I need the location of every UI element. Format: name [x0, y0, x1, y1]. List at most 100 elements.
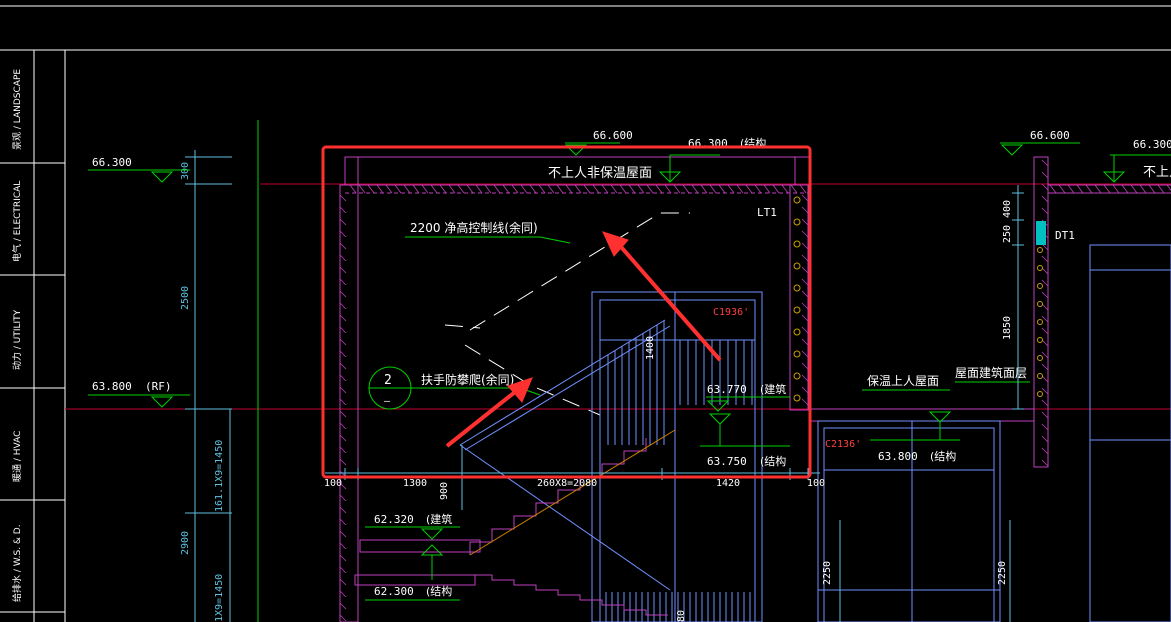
hatch-mark [1103, 184, 1111, 194]
level-marker-62320: 62.320 (建筑 [365, 512, 460, 540]
stair-treads [469, 438, 668, 616]
insulation-dot [1037, 355, 1043, 361]
dim-161x9: 161.1X9=1450 [214, 440, 225, 512]
hatch-mark [1041, 411, 1049, 419]
hatch-mark [339, 278, 347, 286]
callout-number: 2 [384, 373, 392, 388]
hatch-mark [801, 374, 809, 382]
hatch-mark [339, 314, 347, 322]
svg-text:(建筑: (建筑 [426, 512, 452, 526]
sidebar-item-electrical[interactable]: 电气 / ELECTRICAL [11, 181, 23, 262]
discipline-sidebar: 景观 / LANDSCAPE 电气 / ELECTRICAL 动力 / UTIL… [11, 69, 23, 602]
hatch-mark [801, 242, 809, 250]
dim-2900: 2900 [180, 531, 191, 555]
insulation-dot [793, 372, 801, 380]
hatch-mark [673, 184, 681, 194]
hatch-mark [801, 266, 809, 274]
hatch-mark [511, 184, 519, 194]
hatch-mark [339, 590, 347, 598]
hatch-mark [1041, 339, 1049, 347]
hatch-mark [349, 184, 357, 194]
hatch-mark [801, 278, 809, 286]
hatch-mark [574, 184, 582, 194]
dim-100a: 100 [324, 478, 342, 489]
hatch-mark [1041, 159, 1049, 167]
hatch-mark [799, 184, 807, 194]
hatch-mark [339, 554, 347, 562]
hatch-mark [339, 254, 347, 262]
hatch-mark [339, 218, 347, 226]
hatch-mark [1041, 387, 1049, 395]
hatch-mark [592, 184, 600, 194]
hatch-mark [801, 314, 809, 322]
hatch-mark [1041, 303, 1049, 311]
sidebar-item-wsd[interactable]: 给排水 / W.S. & D. [11, 524, 23, 602]
insulation-dot [1037, 373, 1043, 379]
insulation-dot [1037, 265, 1043, 271]
cad-drawing-canvas[interactable]: 景观 / LANDSCAPE 电气 / ELECTRICAL 动力 / UTIL… [0, 0, 1171, 622]
level-marker-63750: 63.750 (结构 [700, 413, 790, 468]
level-marker-62300: 62.300 (结构 [365, 544, 460, 601]
svg-text:62.300: 62.300 [374, 585, 414, 598]
hatch-mark [709, 184, 717, 194]
dim-2250b: 2250 [997, 561, 1008, 585]
insulation-dot [1037, 283, 1043, 289]
hatch-mark [1041, 255, 1049, 263]
hatch-mark [376, 184, 384, 194]
hatch-mark [801, 326, 809, 334]
hatch-mark [1041, 291, 1049, 299]
drawing-frame [0, 5, 1171, 622]
sidebar-item-utility[interactable]: 动力 / UTILITY [11, 309, 23, 370]
hatch-mark [339, 398, 347, 406]
hatch-mark [339, 266, 347, 274]
lower-window-frames [817, 244, 1171, 622]
hatch-mark [339, 350, 347, 358]
svg-text:63.800: 63.800 [878, 450, 918, 463]
insulation-dot [793, 240, 801, 248]
hatch-mark [339, 506, 347, 514]
roof-notes-right: 保温上人屋面 屋面建筑面层 [862, 365, 1030, 391]
level-marker-63800-left: 63.800 (RF) [88, 380, 190, 408]
hatch-mark [339, 374, 347, 382]
level-marker-66300-top: 66.300 (结构 [658, 136, 766, 183]
hatch-mark [801, 206, 809, 214]
hatch-mark [801, 338, 809, 346]
sidebar-item-landscape[interactable]: 景观 / LANDSCAPE [12, 69, 23, 150]
hatch-mark [801, 362, 809, 370]
hatch-mark [502, 184, 510, 194]
window-tag-c1936: C1936' [713, 307, 749, 318]
hatch-mark [1067, 184, 1075, 194]
dim-1850: 1850 [1002, 316, 1013, 340]
hatch-mark [1041, 399, 1049, 407]
dim-2250a: 2250 [822, 561, 833, 585]
hatch-mark [610, 184, 618, 194]
hatch-mark [655, 184, 663, 194]
dim-300: 300 [180, 162, 191, 180]
hatch-mark [339, 410, 347, 418]
callout-sheet: — [384, 396, 391, 407]
level-marker-66600-right: 66.600 [1000, 129, 1080, 156]
hatch-mark [1139, 184, 1147, 194]
hatch-mark [691, 184, 699, 194]
left-wall [339, 184, 359, 622]
hatch-mark [339, 566, 347, 574]
hatch-mark [1041, 363, 1049, 371]
hatch-mark [466, 184, 474, 194]
sidebar-item-hvac[interactable]: 暖通 / HVAC [11, 431, 23, 482]
hatch-mark [339, 518, 347, 526]
svg-text:屋面建筑面层: 屋面建筑面层 [955, 365, 1027, 380]
hatch-mark [339, 242, 347, 250]
hatch-mark [1049, 184, 1057, 194]
hatch-mark [1041, 459, 1049, 467]
hatch-mark [601, 184, 609, 194]
stair-slope-line [469, 429, 676, 556]
hatch-mark [339, 230, 347, 238]
hatch-mark [529, 184, 537, 194]
hatch-mark [1041, 171, 1049, 179]
dim-900: 900 [439, 482, 450, 500]
insulation-dot [793, 306, 801, 314]
hatch-mark [801, 290, 809, 298]
hatch-mark [339, 338, 347, 346]
hatch-mark [637, 184, 645, 194]
hatch-mark [1041, 207, 1049, 215]
